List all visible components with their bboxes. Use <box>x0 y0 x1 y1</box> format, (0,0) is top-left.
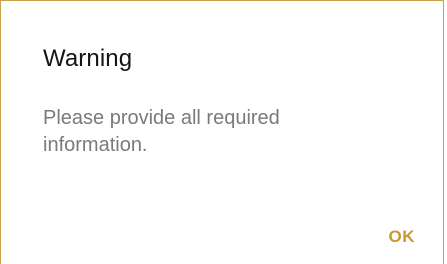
warning-dialog: Warning Please provide all required info… <box>0 0 444 264</box>
dialog-message: Please provide all required information. <box>43 107 280 156</box>
ok-button[interactable]: OK <box>385 225 420 249</box>
dialog-title: Warning <box>43 45 133 72</box>
